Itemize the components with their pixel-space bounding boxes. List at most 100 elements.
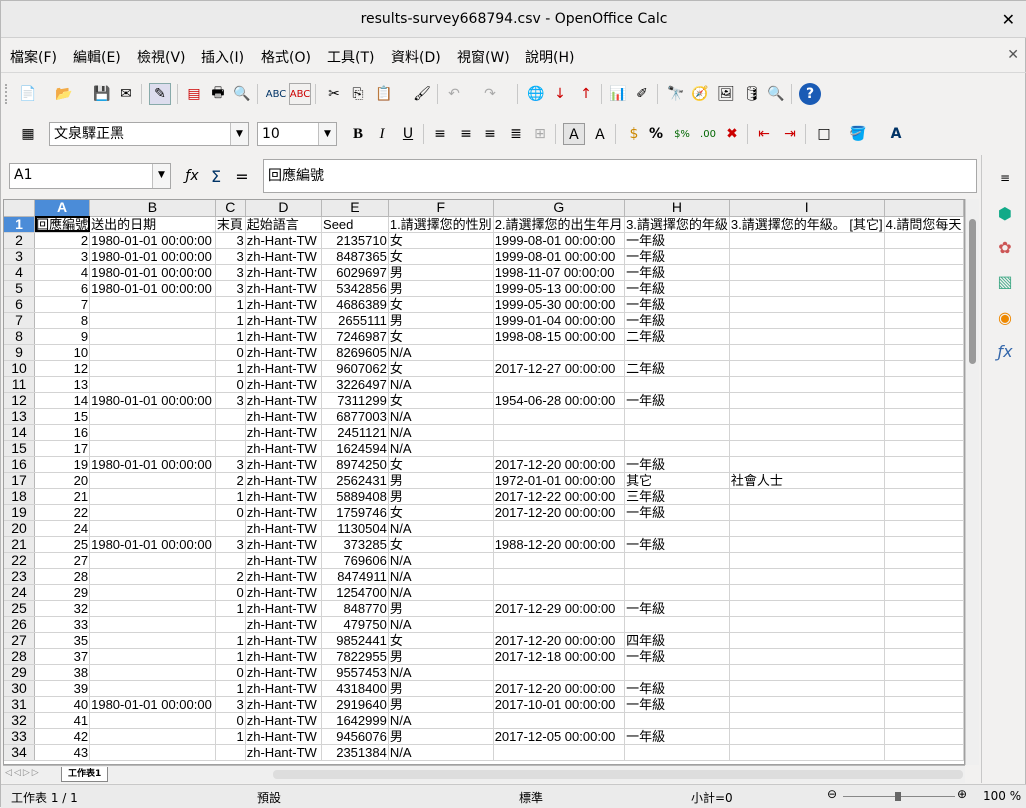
page-style[interactable]: 預設 [257,789,281,806]
cell[interactable] [884,440,964,457]
cell[interactable]: zh-Hant-TW [245,696,323,713]
row-header[interactable]: 2 [4,232,36,249]
cell[interactable]: 2017-12-20 00:00:00 [493,504,626,521]
cell[interactable] [215,744,246,761]
cell[interactable]: 一年級 [624,680,730,697]
cell[interactable]: 5342856 [321,280,389,297]
cell[interactable]: 24 [34,520,91,537]
cell[interactable] [729,344,885,361]
row-header[interactable]: 33 [4,728,36,745]
add-decimal-icon[interactable]: .00 [697,123,719,145]
scroll-thumb[interactable] [969,219,976,364]
cell[interactable]: 3 [215,536,246,553]
cell[interactable]: 一年級 [624,600,730,617]
cell[interactable]: 4 [34,264,91,281]
cell[interactable]: zh-Hant-TW [245,296,323,313]
functions-sidebar-icon[interactable]: ƒx [994,341,1016,363]
cell[interactable] [884,712,964,729]
cell[interactable] [729,424,885,441]
cell[interactable] [884,584,964,601]
column-header[interactable]: F [388,200,494,217]
cell[interactable]: 1759746 [321,504,389,521]
cell[interactable]: 28 [34,568,91,585]
row-header[interactable]: 5 [4,280,36,297]
column-header[interactable]: G [493,200,626,217]
menu-insert[interactable]: 插入(I) [201,47,244,67]
cell[interactable]: 3 [34,248,91,265]
cell[interactable] [89,568,216,585]
cell[interactable]: 1980-01-01 00:00:00 [89,248,216,265]
cell[interactable]: 二年級 [624,360,730,377]
cell[interactable]: 1980-01-01 00:00:00 [89,392,216,409]
cell[interactable]: zh-Hant-TW [245,712,323,729]
cell[interactable] [729,616,885,633]
cell[interactable]: 42 [34,728,91,745]
cell[interactable]: 8487365 [321,248,389,265]
italic-icon[interactable]: I [371,123,393,145]
chevron-down-icon[interactable]: ▼ [230,123,248,145]
cell[interactable] [729,440,885,457]
cell[interactable]: 3.請選擇您的年級 [624,216,730,233]
cell[interactable]: 2.請選擇您的出生年月 [493,216,626,233]
row-header[interactable]: 11 [4,376,36,393]
row-header[interactable]: 28 [4,648,36,665]
cell[interactable]: 22 [34,504,91,521]
cell[interactable]: 2 [215,568,246,585]
column-header[interactable]: B [89,200,216,217]
cell[interactable]: 6877003 [321,408,389,425]
cell[interactable]: 9 [34,328,91,345]
zoom-slider[interactable]: ⊖ ⊕ [827,787,967,803]
cell[interactable]: 13 [34,376,91,393]
menu-edit[interactable]: 編輯(E) [73,47,121,67]
zoom-icon[interactable]: 🔍 [765,83,787,105]
cell[interactable] [884,616,964,633]
cell[interactable]: 男 [388,696,494,713]
cell[interactable]: 1999-08-01 00:00:00 [493,232,626,249]
cell[interactable] [884,312,964,329]
cell[interactable]: N/A [388,376,494,393]
cell[interactable]: 27 [34,552,91,569]
underline-icon[interactable]: U [397,123,419,145]
cell[interactable]: 1 [215,728,246,745]
cell[interactable] [89,744,216,761]
cell[interactable]: 一年級 [624,696,730,713]
cell[interactable] [89,664,216,681]
cell[interactable]: 5889408 [321,488,389,505]
cell[interactable] [89,472,216,489]
cell[interactable]: 21 [34,488,91,505]
cell[interactable]: 1624594 [321,440,389,457]
cell[interactable]: 一年級 [624,232,730,249]
cell[interactable]: 2017-12-20 00:00:00 [493,456,626,473]
cell[interactable] [624,584,730,601]
cell[interactable]: N/A [388,664,494,681]
data-sources-icon[interactable]: 🛢 [741,83,763,105]
horizontal-scrollbar[interactable] [273,770,963,779]
cell[interactable]: 三年級 [624,488,730,505]
cell[interactable]: 16 [34,424,91,441]
cell[interactable] [89,616,216,633]
cell[interactable]: 1 [215,648,246,665]
cell[interactable] [884,264,964,281]
cell[interactable] [493,712,626,729]
cell[interactable]: 3226497 [321,376,389,393]
cell[interactable] [729,488,885,505]
cell[interactable]: 男 [388,680,494,697]
cell[interactable]: 3.請選擇您的年級。 [其它] [729,216,885,233]
row-header[interactable]: 31 [4,696,36,713]
cell[interactable]: 男 [388,280,494,297]
cell[interactable] [729,728,885,745]
cell[interactable] [89,712,216,729]
vertical-text-icon[interactable]: Ａ [589,123,611,145]
cell[interactable]: 39 [34,680,91,697]
cell[interactable]: 1954-06-28 00:00:00 [493,392,626,409]
cell[interactable]: 0 [215,344,246,361]
cell[interactable]: 3 [215,264,246,281]
cell[interactable]: 9557453 [321,664,389,681]
wrap-text-icon[interactable]: Ａ [563,123,585,145]
column-header[interactable]: C [215,200,246,217]
row-header[interactable]: 25 [4,600,36,617]
cell[interactable] [89,600,216,617]
hyperlink-icon[interactable]: 🌐 [525,83,547,105]
cell[interactable] [493,408,626,425]
cell[interactable] [624,712,730,729]
